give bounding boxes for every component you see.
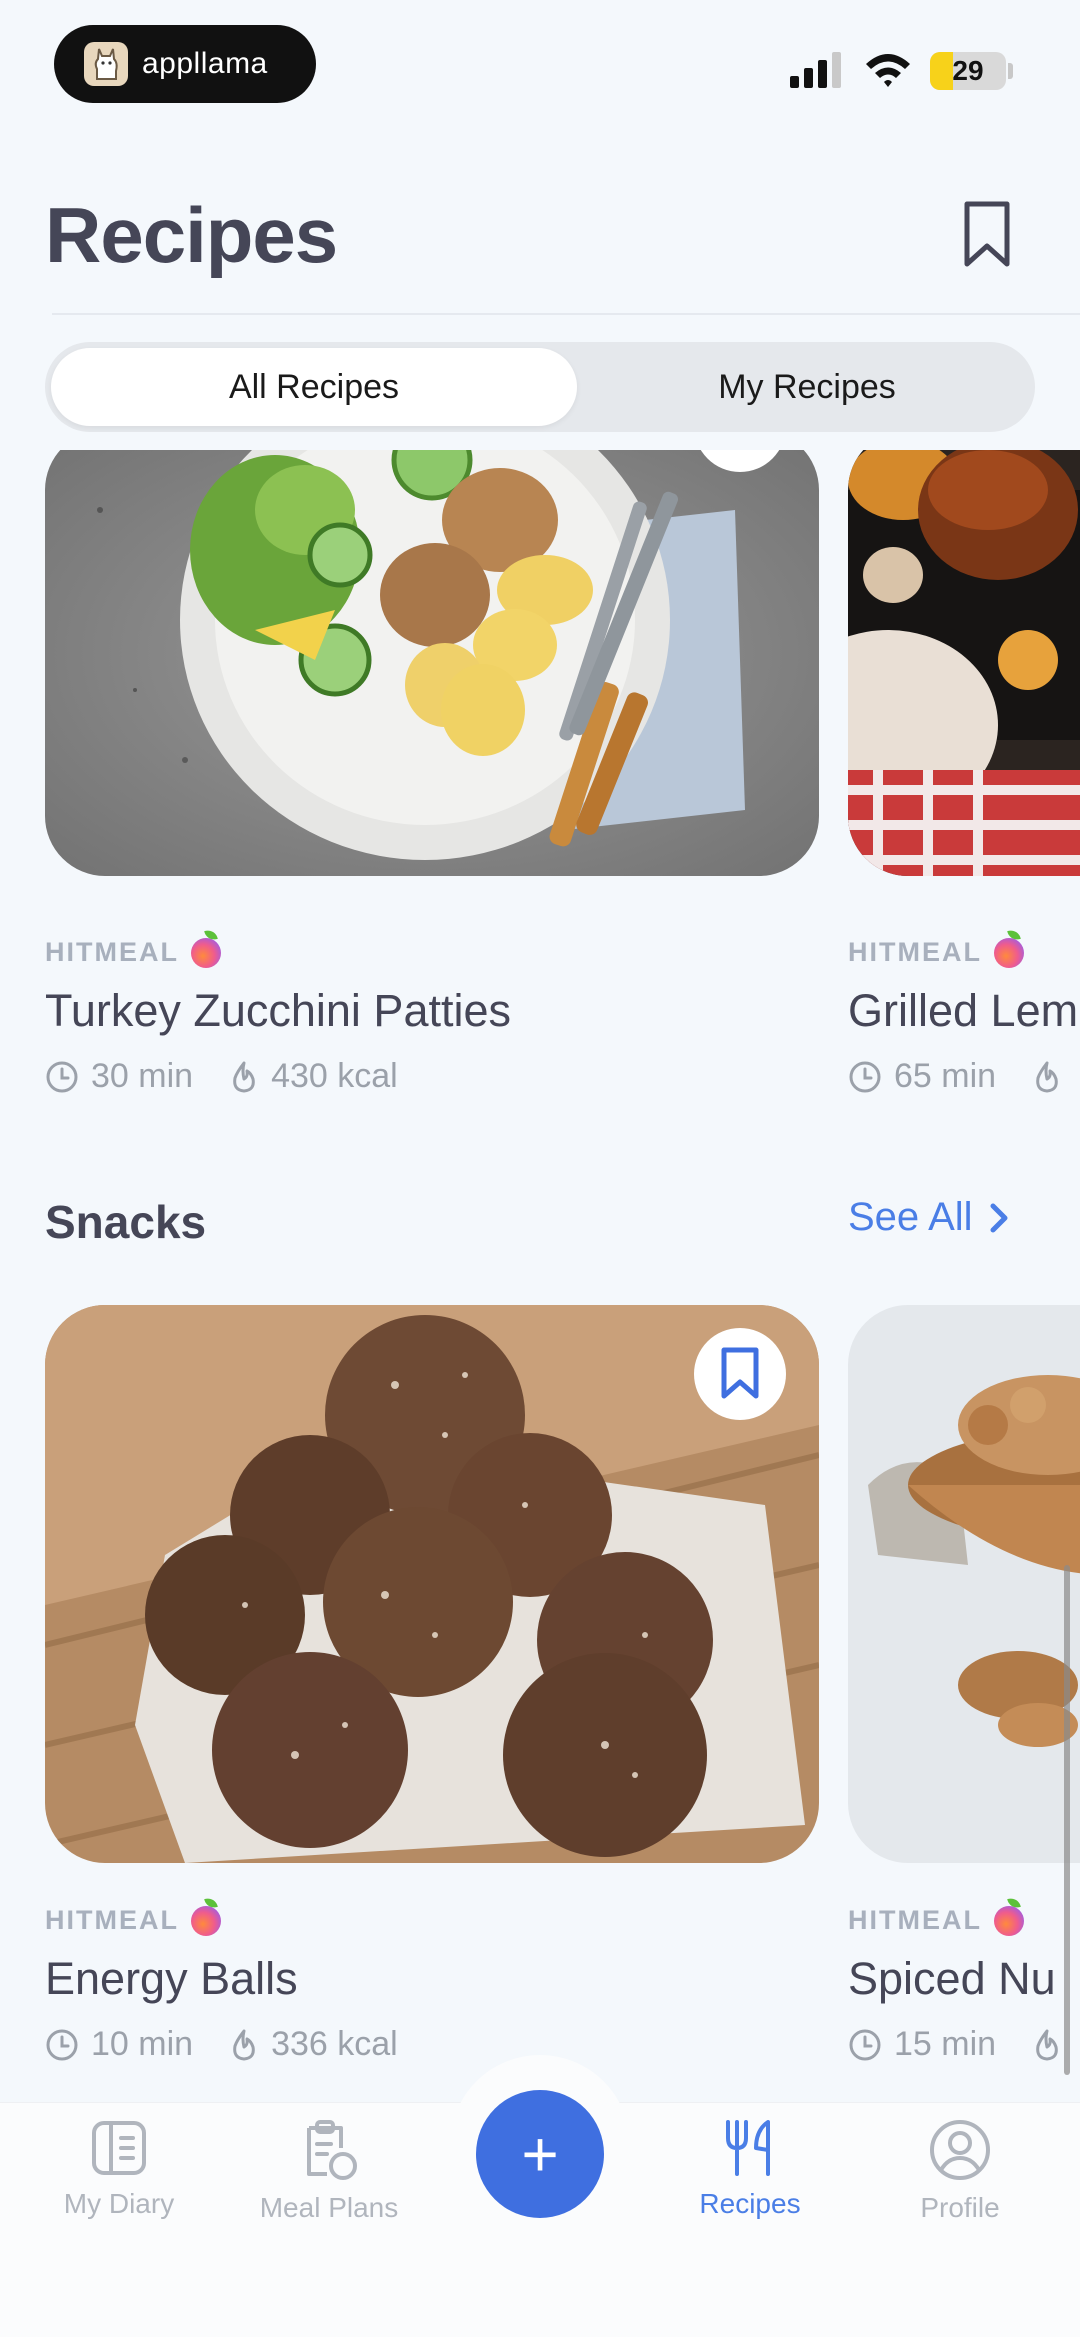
app-name: appllama bbox=[142, 47, 268, 80]
chevron-right-icon bbox=[990, 1203, 1008, 1232]
clock-icon bbox=[46, 2029, 78, 2060]
header-divider bbox=[52, 313, 1080, 315]
bookmark-icon bbox=[721, 1347, 759, 1399]
recipe-name[interactable]: Energy Balls bbox=[45, 1953, 298, 2005]
meal-plans-icon bbox=[307, 2120, 357, 2180]
clock-icon bbox=[849, 2029, 881, 2060]
recipe-image-spiced-nuts[interactable] bbox=[848, 1305, 1080, 1863]
tab-label: Meal Plans bbox=[259, 2192, 399, 2223]
recipes-scroll-area[interactable]: HITMEAL Turkey Zucchini Patties 30 min 4… bbox=[0, 450, 1080, 2102]
recipe-name[interactable]: Grilled Lem bbox=[848, 985, 1078, 1037]
flame-icon bbox=[1036, 2029, 1058, 2060]
hitmeal-peach-icon bbox=[190, 937, 221, 968]
see-all-snacks-link[interactable]: See All bbox=[848, 1195, 1009, 1240]
scrollbar[interactable] bbox=[1064, 1565, 1070, 2075]
recipe-name[interactable]: Turkey Zucchini Patties bbox=[45, 985, 511, 1037]
hitmeal-peach-icon bbox=[993, 937, 1024, 968]
hitmeal-peach-icon bbox=[190, 1905, 221, 1936]
clock-icon bbox=[849, 1061, 881, 1092]
battery-indicator: 29 bbox=[930, 52, 1006, 90]
flame-icon bbox=[1036, 1061, 1058, 1092]
flame-icon bbox=[233, 2029, 255, 2060]
recipe-image-grilled-lem[interactable] bbox=[848, 450, 1080, 876]
tab-label: Recipes bbox=[699, 2188, 801, 2219]
tab-meal-plans[interactable]: Meal Plans bbox=[239, 2118, 419, 2224]
tab-my-diary[interactable]: My Diary bbox=[29, 2118, 209, 2220]
clock-icon bbox=[46, 1061, 78, 1092]
recipe-meta: 65 min bbox=[848, 1057, 1074, 1096]
tab-my-recipes[interactable]: My Recipes bbox=[585, 348, 1029, 426]
recipe-source: HITMEAL bbox=[45, 1905, 221, 1936]
saved-recipes-bookmark-icon[interactable] bbox=[962, 200, 1012, 270]
recipe-filter-segmented-control: All Recipes My Recipes bbox=[45, 342, 1035, 432]
llama-logo-icon bbox=[84, 42, 128, 86]
flame-icon bbox=[233, 1061, 255, 1092]
tab-label: Profile bbox=[920, 2192, 1000, 2223]
diary-icon bbox=[92, 2121, 146, 2175]
battery-nub bbox=[1008, 63, 1013, 79]
battery-level: 29 bbox=[952, 55, 984, 86]
add-button[interactable]: + bbox=[476, 2090, 604, 2218]
recipe-meta: 30 min 430 kcal bbox=[45, 1057, 398, 1096]
profile-icon bbox=[930, 2120, 990, 2180]
page-title: Recipes bbox=[45, 191, 338, 279]
app-pill[interactable]: appllama bbox=[54, 25, 316, 103]
recipe-meta: 10 min 336 kcal bbox=[45, 2025, 398, 2064]
wifi-icon bbox=[866, 54, 910, 87]
recipe-image-turkey-zucchini-patties[interactable] bbox=[45, 450, 819, 876]
recipe-source: HITMEAL bbox=[848, 1905, 1024, 1936]
cellular-signal-icon bbox=[790, 52, 841, 88]
recipe-source: HITMEAL bbox=[848, 937, 1024, 968]
recipe-source: HITMEAL bbox=[45, 937, 221, 968]
recipe-name[interactable]: Spiced Nu bbox=[848, 1953, 1056, 2005]
tab-label: My Diary bbox=[63, 2188, 175, 2219]
status-bar: appllama 29 bbox=[0, 0, 1080, 120]
section-title-snacks: Snacks bbox=[45, 1196, 207, 1248]
tab-all-recipes[interactable]: All Recipes bbox=[51, 348, 577, 426]
fork-knife-icon bbox=[726, 2120, 770, 2176]
tab-recipes[interactable]: Recipes bbox=[660, 2118, 840, 2220]
recipe-meta: 15 min bbox=[848, 2025, 1074, 2064]
bookmark-button[interactable] bbox=[694, 1328, 786, 1420]
tab-profile[interactable]: Profile bbox=[870, 2118, 1050, 2224]
hitmeal-peach-icon bbox=[993, 1905, 1024, 1936]
